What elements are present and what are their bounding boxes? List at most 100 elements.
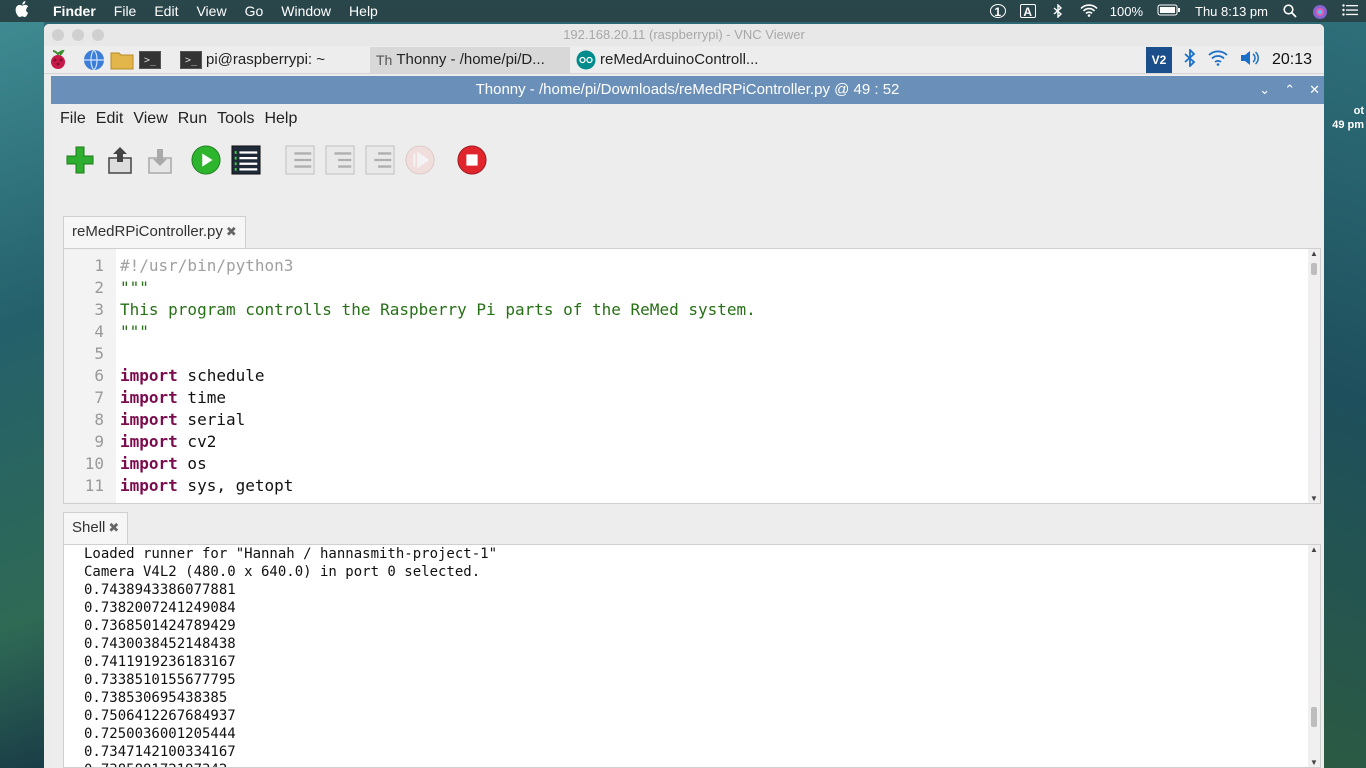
- code-line[interactable]: 1 #!/usr/bin/python3: [64, 255, 293, 277]
- menu-run[interactable]: Run: [173, 110, 212, 128]
- scroll-down-arrow-icon[interactable]: ▼: [1308, 494, 1320, 503]
- module-name: serial: [177, 410, 246, 429]
- shell-output-line: 0.7338510155677795: [84, 672, 236, 688]
- mac-menu-edit[interactable]: Edit: [145, 0, 187, 22]
- mac-menu-file[interactable]: File: [105, 0, 146, 22]
- task-thonny-label: Thonny - /home/pi/D...: [396, 51, 545, 68]
- password-manager-icon[interactable]: 1: [989, 4, 1006, 19]
- menu-edit[interactable]: Edit: [91, 110, 129, 128]
- thonny-icon: Th: [376, 51, 393, 68]
- debug-button[interactable]: [231, 145, 261, 175]
- vnc-viewer-window: 192.168.20.11 (raspberrypi) - VNC Viewer…: [44, 24, 1324, 768]
- resume-button[interactable]: [405, 145, 435, 175]
- pi-clock[interactable]: 20:13: [1272, 51, 1312, 69]
- close-tab-icon[interactable]: ✖: [226, 224, 237, 239]
- shell-scroll-up-arrow-icon[interactable]: ▲: [1308, 545, 1320, 554]
- code-line[interactable]: 6 import schedule: [64, 365, 264, 387]
- code-text: import schedule: [120, 365, 265, 387]
- code-editor[interactable]: 1 #!/usr/bin/python3 2 """ 3 This program con…: [63, 248, 1321, 504]
- thonny-title: Thonny - /home/pi/Downloads/reMedRPiCont…: [475, 81, 900, 98]
- save-file-button[interactable]: [145, 145, 175, 175]
- new-file-button[interactable]: [65, 145, 95, 175]
- step-out-button[interactable]: [365, 145, 395, 175]
- tab-shell[interactable]: Shell ✖: [63, 512, 129, 544]
- shell-panel[interactable]: Loaded runner for "Hannah / hannasmith-p…: [63, 544, 1321, 768]
- keyword: import: [120, 366, 178, 385]
- notification-center-icon[interactable]: [1342, 4, 1358, 18]
- tab-editor-file[interactable]: reMedRPiController.py ✖: [63, 216, 246, 248]
- line-number: 7: [94, 388, 104, 407]
- plus-icon: [66, 146, 94, 174]
- close-window-button[interactable]: [52, 29, 64, 41]
- run-button[interactable]: [191, 145, 221, 175]
- menu-help[interactable]: Help: [259, 110, 302, 128]
- step-into-button[interactable]: [325, 145, 355, 175]
- bluetooth-icon[interactable]: [1050, 3, 1066, 19]
- line-number: 9: [94, 432, 104, 451]
- pi-volume-icon[interactable]: [1240, 50, 1260, 71]
- vnc-server-icon[interactable]: V2: [1145, 47, 1172, 73]
- code-text: import os: [120, 453, 207, 475]
- mac-menu-view[interactable]: View: [187, 0, 235, 22]
- shell-scroll-thumb[interactable]: [1311, 707, 1317, 727]
- pi-wifi-icon[interactable]: [1208, 50, 1228, 71]
- line-number: 6: [94, 366, 104, 385]
- shell-scroll-down-arrow-icon[interactable]: ▼: [1308, 758, 1320, 767]
- task-terminal[interactable]: >_ pi@raspberrypi: ~: [174, 47, 370, 73]
- upload-icon: [108, 147, 132, 174]
- task-arduino[interactable]: reMedArduinoControll...: [570, 47, 770, 73]
- file-manager-icon[interactable]: [108, 46, 136, 74]
- task-thonny[interactable]: Th Thonny - /home/pi/D...: [370, 46, 570, 73]
- shell-output-line: 0.7368501424789429: [84, 618, 236, 634]
- maximize-icon[interactable]: ⌃: [1284, 76, 1295, 104]
- pi-bluetooth-icon[interactable]: [1184, 47, 1196, 72]
- menu-file[interactable]: File: [55, 110, 91, 128]
- step-over-icon: [285, 145, 315, 175]
- editor-scrollbar[interactable]: ▲ ▼: [1308, 249, 1320, 503]
- close-icon[interactable]: ✕: [1309, 76, 1320, 104]
- code-line[interactable]: 8 import serial: [64, 409, 245, 431]
- minimize-icon[interactable]: ⌄: [1259, 76, 1270, 104]
- siri-icon[interactable]: [1312, 4, 1328, 19]
- thonny-title-bar[interactable]: Thonny - /home/pi/Downloads/reMedRPiCont…: [51, 76, 1324, 104]
- mac-menu-window[interactable]: Window: [272, 0, 340, 22]
- terminal-launcher-icon[interactable]: >_: [136, 46, 164, 74]
- editor-scroll-thumb[interactable]: [1311, 263, 1317, 275]
- zoom-window-button[interactable]: [92, 29, 104, 41]
- input-source-icon[interactable]: A: [1019, 4, 1036, 19]
- scroll-up-arrow-icon[interactable]: ▲: [1308, 249, 1320, 258]
- step-out-icon: [365, 145, 395, 175]
- code-line[interactable]: 4 """: [64, 321, 149, 343]
- minimize-window-button[interactable]: [72, 29, 84, 41]
- code-line[interactable]: 3 This program controlls the Raspberry Pi…: [64, 299, 755, 321]
- open-file-button[interactable]: [105, 145, 135, 175]
- raspberry-menu-icon[interactable]: [44, 46, 72, 74]
- mac-menu-help[interactable]: Help: [340, 0, 387, 22]
- vnc-title-bar[interactable]: 192.168.20.11 (raspberrypi) - VNC Viewer: [44, 24, 1324, 46]
- apple-menu-icon[interactable]: [0, 1, 44, 21]
- code-text: import cv2: [120, 431, 216, 453]
- code-line[interactable]: 10 import os: [64, 453, 207, 475]
- shell-output-line: 0.7382007241249084: [84, 600, 236, 616]
- battery-icon[interactable]: [1157, 4, 1181, 18]
- code-line[interactable]: 5: [64, 343, 104, 365]
- close-shell-tab-icon[interactable]: ✖: [108, 520, 119, 535]
- mac-menu-app[interactable]: Finder: [44, 0, 105, 22]
- mac-menu-go[interactable]: Go: [236, 0, 273, 22]
- stop-button[interactable]: [457, 145, 487, 175]
- code-line[interactable]: 11 import sys, getopt: [64, 475, 294, 497]
- spotlight-search-icon[interactable]: [1282, 4, 1298, 18]
- shell-scrollbar[interactable]: ▲ ▼: [1308, 545, 1320, 767]
- desktop-file-label[interactable]: ot 49 pm: [1332, 104, 1364, 132]
- web-browser-icon[interactable]: [80, 46, 108, 74]
- mac-clock[interactable]: Thu 8:13 pm: [1195, 4, 1268, 19]
- menu-view[interactable]: View: [128, 110, 172, 128]
- code-line[interactable]: 2 """: [64, 277, 149, 299]
- step-over-button[interactable]: [285, 145, 315, 175]
- task-terminal-label: pi@raspberrypi: ~: [206, 51, 326, 68]
- desktop-wallpaper-right: [1322, 22, 1366, 768]
- code-line[interactable]: 9 import cv2: [64, 431, 216, 453]
- menu-tools[interactable]: Tools: [212, 110, 259, 128]
- code-line[interactable]: 7 import time: [64, 387, 226, 409]
- wifi-icon[interactable]: [1080, 4, 1098, 18]
